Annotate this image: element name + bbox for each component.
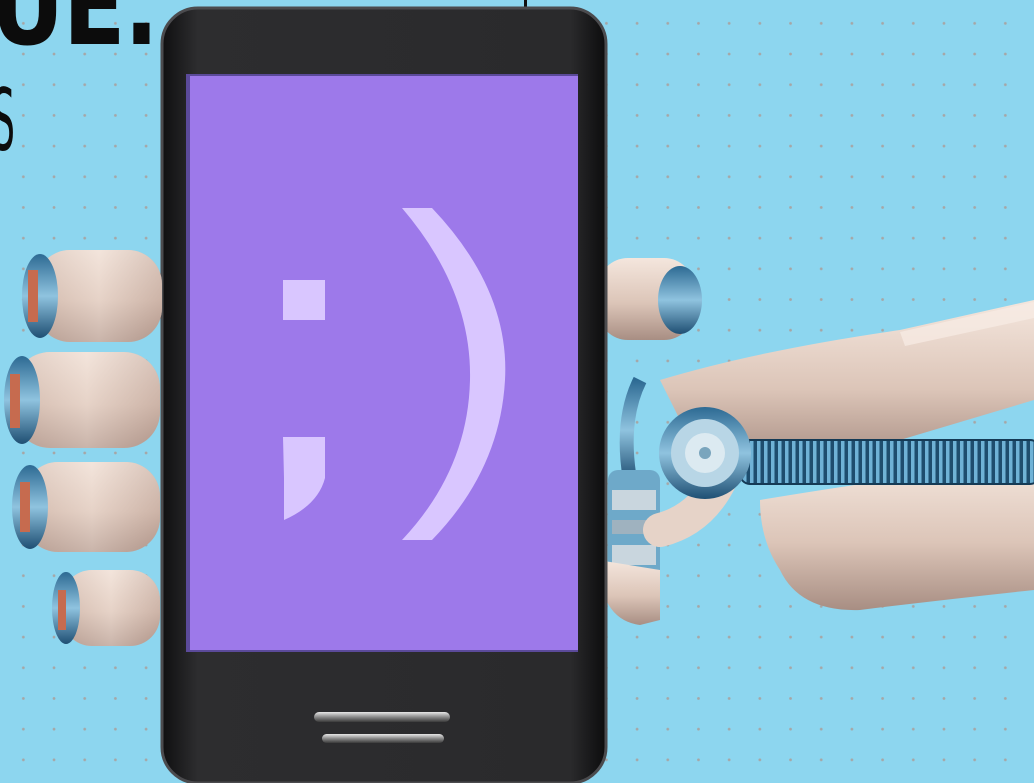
phone-button-upper <box>314 712 450 722</box>
robot-fingers <box>4 250 162 646</box>
finger-1 <box>22 250 162 342</box>
emoticon-dot <box>283 280 325 320</box>
forearm-spring <box>740 440 1034 484</box>
finger-2 <box>4 352 160 448</box>
phone-screen <box>190 76 578 650</box>
illustration: UE. S <box>0 0 1034 783</box>
finger-4 <box>52 570 160 646</box>
smartphone <box>160 6 608 783</box>
robot-phone-artwork <box>4 6 1034 783</box>
finger-3 <box>12 462 160 552</box>
phone-button-lower <box>322 734 444 743</box>
